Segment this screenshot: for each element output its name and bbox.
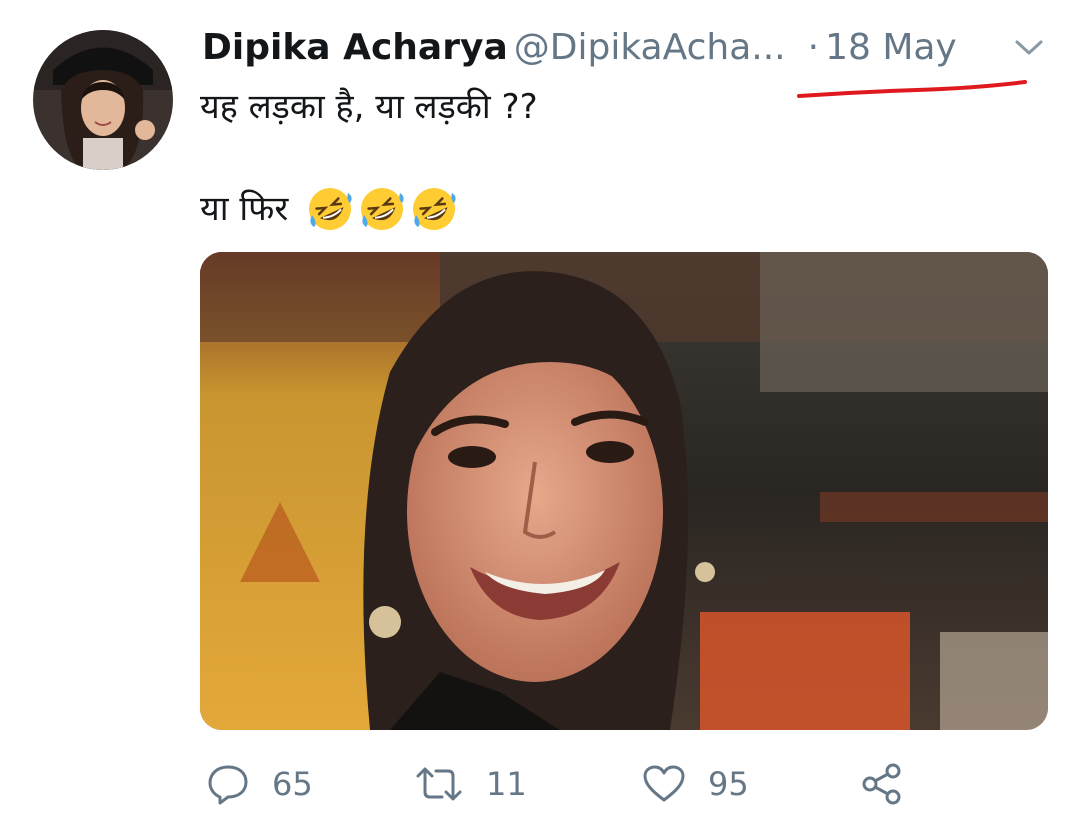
reply-button[interactable]: 65 <box>206 756 313 812</box>
red-underline-annotation <box>797 76 1029 102</box>
display-name[interactable]: Dipika Acharya <box>202 27 508 68</box>
avatar-image <box>33 30 173 170</box>
avatar[interactable] <box>33 30 173 170</box>
retweet-count: 11 <box>486 765 527 803</box>
like-count: 95 <box>708 765 749 803</box>
heart-icon <box>643 765 685 802</box>
separator-dot: · <box>807 27 820 68</box>
like-button[interactable]: 95 <box>642 756 749 812</box>
tweet-header: Dipika Acharya @DipikaAcha... · 18 May <box>202 24 957 72</box>
tweet-text-line-2-row: या फिर <box>200 182 458 236</box>
rolling-laughing-emoji-icon <box>361 188 404 230</box>
tweet-text-line-1: यह लड़का है, या लड़की ?? <box>200 87 538 127</box>
tweet-text-line-2: या फिर <box>200 189 289 229</box>
tweet-media-photo[interactable] <box>200 252 1048 730</box>
chevron-down-icon[interactable] <box>1012 34 1046 60</box>
rolling-laughing-emoji-icon <box>309 188 352 230</box>
retweet-icon <box>416 767 462 801</box>
share-icon <box>862 763 901 805</box>
reply-count: 65 <box>272 765 313 803</box>
tweet-date[interactable]: 18 May <box>825 27 957 68</box>
tweet-actions-bar: 65 11 95 <box>200 756 1048 812</box>
emoji-row <box>306 185 458 233</box>
handle[interactable]: @DipikaAcha... <box>514 27 786 68</box>
photo-illustration <box>200 252 1048 730</box>
retweet-button[interactable]: 11 <box>414 756 527 812</box>
share-button[interactable] <box>860 756 904 812</box>
reply-icon <box>208 765 248 805</box>
rolling-laughing-emoji-icon <box>413 188 456 230</box>
